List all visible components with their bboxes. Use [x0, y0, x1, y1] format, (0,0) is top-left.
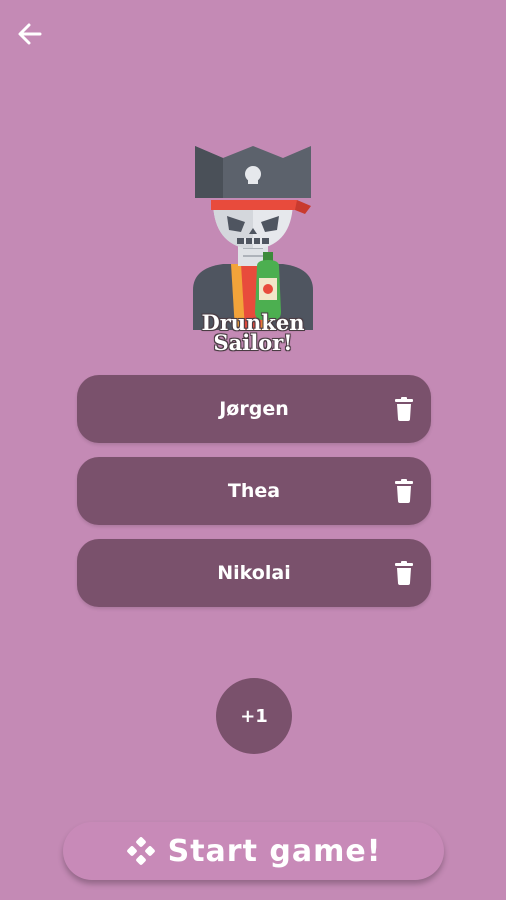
- arrow-left-icon: [18, 23, 42, 45]
- gamepad-icon: [126, 837, 155, 865]
- pirate-skeleton-icon: [193, 146, 313, 330]
- app-logo: Drunken Sailor!: [183, 140, 323, 360]
- player-name: Jørgen: [219, 398, 289, 420]
- start-game-button[interactable]: Start game!: [63, 822, 444, 880]
- trash-icon[interactable]: [395, 479, 413, 503]
- player-row: Thea: [77, 457, 431, 525]
- trash-icon[interactable]: [395, 561, 413, 585]
- logo-title: Drunken Sailor!: [201, 310, 305, 355]
- trash-icon[interactable]: [395, 397, 413, 421]
- player-list: Jørgen Thea Nikolai: [77, 375, 431, 621]
- add-player-button[interactable]: +1: [216, 678, 292, 754]
- back-button[interactable]: [12, 16, 48, 52]
- player-name: Thea: [227, 480, 281, 502]
- player-row: Nikolai: [77, 539, 431, 607]
- start-game-label: Start game!: [167, 833, 382, 869]
- player-name: Nikolai: [217, 562, 291, 584]
- player-row: Jørgen: [77, 375, 431, 443]
